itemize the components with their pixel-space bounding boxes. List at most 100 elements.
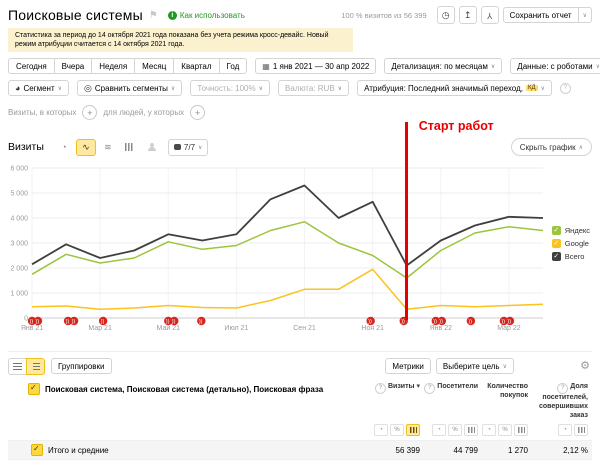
data-mode-dropdown[interactable]: Данные: с роботами∨ <box>510 58 600 74</box>
add-people-filter-button[interactable]: + <box>190 105 205 120</box>
legend-item-всего[interactable]: ✓Всего <box>552 252 590 261</box>
person-chart-toggle[interactable] <box>142 139 162 156</box>
percent-icon[interactable]: % <box>390 424 404 436</box>
select-all-checkbox[interactable] <box>28 383 40 395</box>
legend-item-google[interactable]: ✓Google <box>552 239 590 248</box>
comment-bubble-icon <box>174 144 181 150</box>
pie-chart-icon[interactable]: ◔ <box>482 424 496 436</box>
column-header-visits[interactable]: ? Визиты ▾ <box>362 383 420 394</box>
question-icon[interactable]: ? <box>375 383 386 394</box>
stacked-chart-toggle[interactable]: ≋ <box>98 139 118 156</box>
cell-value: 1 270 <box>478 446 528 455</box>
legend-checkbox[interactable]: ✓ <box>552 226 561 235</box>
attribution-dropdown[interactable]: Атрибуция: Последний значимый переход, К… <box>357 80 552 96</box>
legend-item-яндекс[interactable]: ✓ Яндекс <box>552 226 590 235</box>
stacked-lines-icon: ≋ <box>104 142 112 153</box>
bar-chart-icon[interactable] <box>514 424 528 436</box>
hide-chart-button[interactable]: Скрыть график∧ <box>511 138 592 156</box>
column-header-visitors[interactable]: ? Посетители <box>420 383 478 394</box>
view-toggle-group <box>8 358 45 375</box>
percent-icon[interactable]: % <box>498 424 512 436</box>
chevron-down-icon: ∨ <box>541 85 545 92</box>
chevron-down-icon: ∨ <box>596 63 600 70</box>
svg-text:)): )) <box>166 319 170 325</box>
legend-checkbox[interactable]: ✓ <box>552 252 561 261</box>
svg-text:Мар 21: Мар 21 <box>88 325 112 332</box>
question-icon[interactable]: ? <box>560 83 571 94</box>
people-filter-label: для людей, у которых <box>103 108 184 117</box>
detail-dropdown[interactable]: Детализация: по месяцам∨ <box>384 58 502 74</box>
chevron-down-icon: ∨ <box>58 85 62 92</box>
groupings-button[interactable]: Группировки <box>51 358 112 374</box>
svg-text:Ноя 21: Ноя 21 <box>361 325 384 332</box>
bar-chart-icon[interactable] <box>406 424 420 436</box>
line-chart-icon: ∿ <box>82 142 90 153</box>
date-range-button[interactable]: ▦ 1 янв 2021 — 30 апр 2022 <box>255 58 376 74</box>
svg-text:)): )) <box>101 319 105 325</box>
question-icon[interactable]: ? <box>424 383 435 394</box>
compare-reports-button[interactable]: Y <box>481 6 499 24</box>
bar-chart-icon <box>125 143 134 151</box>
line-chart-toggle[interactable]: ∿ <box>76 139 96 156</box>
svg-text:)): )) <box>507 319 511 325</box>
legend-label: Яндекс <box>565 226 590 235</box>
bar-chart-icon[interactable] <box>574 424 588 436</box>
bar-chart-toggle[interactable] <box>120 139 140 156</box>
chart-metric-label: Визиты <box>8 141 44 153</box>
svg-text:2 000: 2 000 <box>10 266 28 273</box>
currency-dropdown[interactable]: Валюта: RUB∨ <box>278 80 349 96</box>
svg-text:Май 21: Май 21 <box>157 324 181 332</box>
fork-icon: Y <box>487 11 492 20</box>
chart-body: 01 0002 0003 0004 0005 0006 000Янв 21Мар… <box>8 160 592 343</box>
list-view-button[interactable] <box>8 358 27 375</box>
period-tab-0[interactable]: Сегодня <box>8 58 55 74</box>
period-tab-4[interactable]: Квартал <box>173 58 219 74</box>
gear-icon[interactable]: ⚙ <box>580 359 590 372</box>
list-icon <box>13 363 22 370</box>
visits-line-chart[interactable]: 01 0002 0003 0004 0005 0006 000Янв 21Мар… <box>8 160 592 343</box>
svg-text:)): )) <box>368 319 372 325</box>
add-visit-filter-button[interactable]: + <box>82 105 97 120</box>
clock-icon: ◷ <box>442 10 450 21</box>
row-checkbox[interactable] <box>31 444 43 456</box>
history-button[interactable]: ◷ <box>437 6 455 24</box>
svg-text:)): )) <box>439 319 443 325</box>
visits-summary: 100 % визитов из 56 399 <box>341 11 426 20</box>
tree-view-button[interactable] <box>26 358 45 375</box>
column-header-purchases[interactable]: Количество покупок <box>478 383 528 401</box>
person-icon <box>148 143 156 152</box>
select-goal-dropdown[interactable]: Выберите цель∨ <box>436 358 514 374</box>
pie-chart-toggle[interactable]: ◔ <box>54 139 74 156</box>
column-header-order-share[interactable]: ? Доля посетителей, совершивших заказ <box>528 383 588 420</box>
annotation-line <box>405 122 409 320</box>
period-tab-2[interactable]: Неделя <box>91 58 135 74</box>
question-icon[interactable]: ? <box>557 383 568 394</box>
save-report-button[interactable]: Сохранить отчет <box>503 7 579 23</box>
legend-checkbox[interactable]: ✓ <box>552 239 561 248</box>
attribution-badge: КД <box>526 85 538 91</box>
chevron-down-icon: ∨ <box>338 85 342 92</box>
bar-chart-icon[interactable] <box>464 424 478 436</box>
how-to-use-link[interactable]: i Как использовать <box>168 11 245 20</box>
table-toolbar: Группировки Метрики Выберите цель∨ ⚙ <box>8 356 592 376</box>
pie-chart-icon[interactable]: ◔ <box>374 424 388 436</box>
info-icon: i <box>168 11 177 20</box>
svg-text:0: 0 <box>24 316 28 323</box>
export-button[interactable]: ↥ <box>459 6 477 24</box>
data-table-section: Группировки Метрики Выберите цель∨ ⚙ Пои… <box>8 351 592 463</box>
compare-segments-button[interactable]: ◎ Сравнить сегменты∨ <box>77 80 182 96</box>
period-tab-3[interactable]: Месяц <box>134 58 174 74</box>
period-tab-5[interactable]: Год <box>219 58 248 74</box>
percent-icon[interactable]: % <box>448 424 462 436</box>
save-report-dropdown[interactable]: ∨ <box>578 7 592 23</box>
comments-counter-dropdown[interactable]: 7/7 ∨ <box>168 139 209 156</box>
cell-value: 44 799 <box>420 446 478 455</box>
pie-chart-icon[interactable]: ◔ <box>432 424 446 436</box>
period-tab-1[interactable]: Вчера <box>54 58 93 74</box>
segment-button[interactable]: ◕ Сегмент∨ <box>8 80 69 96</box>
bookmark-icon[interactable]: ⚑ <box>149 10 158 21</box>
metrics-button[interactable]: Метрики <box>385 358 431 374</box>
svg-text:)): )) <box>66 319 70 325</box>
pie-chart-icon[interactable]: ◔ <box>558 424 572 436</box>
accuracy-dropdown[interactable]: Точность: 100%∨ <box>190 80 270 96</box>
